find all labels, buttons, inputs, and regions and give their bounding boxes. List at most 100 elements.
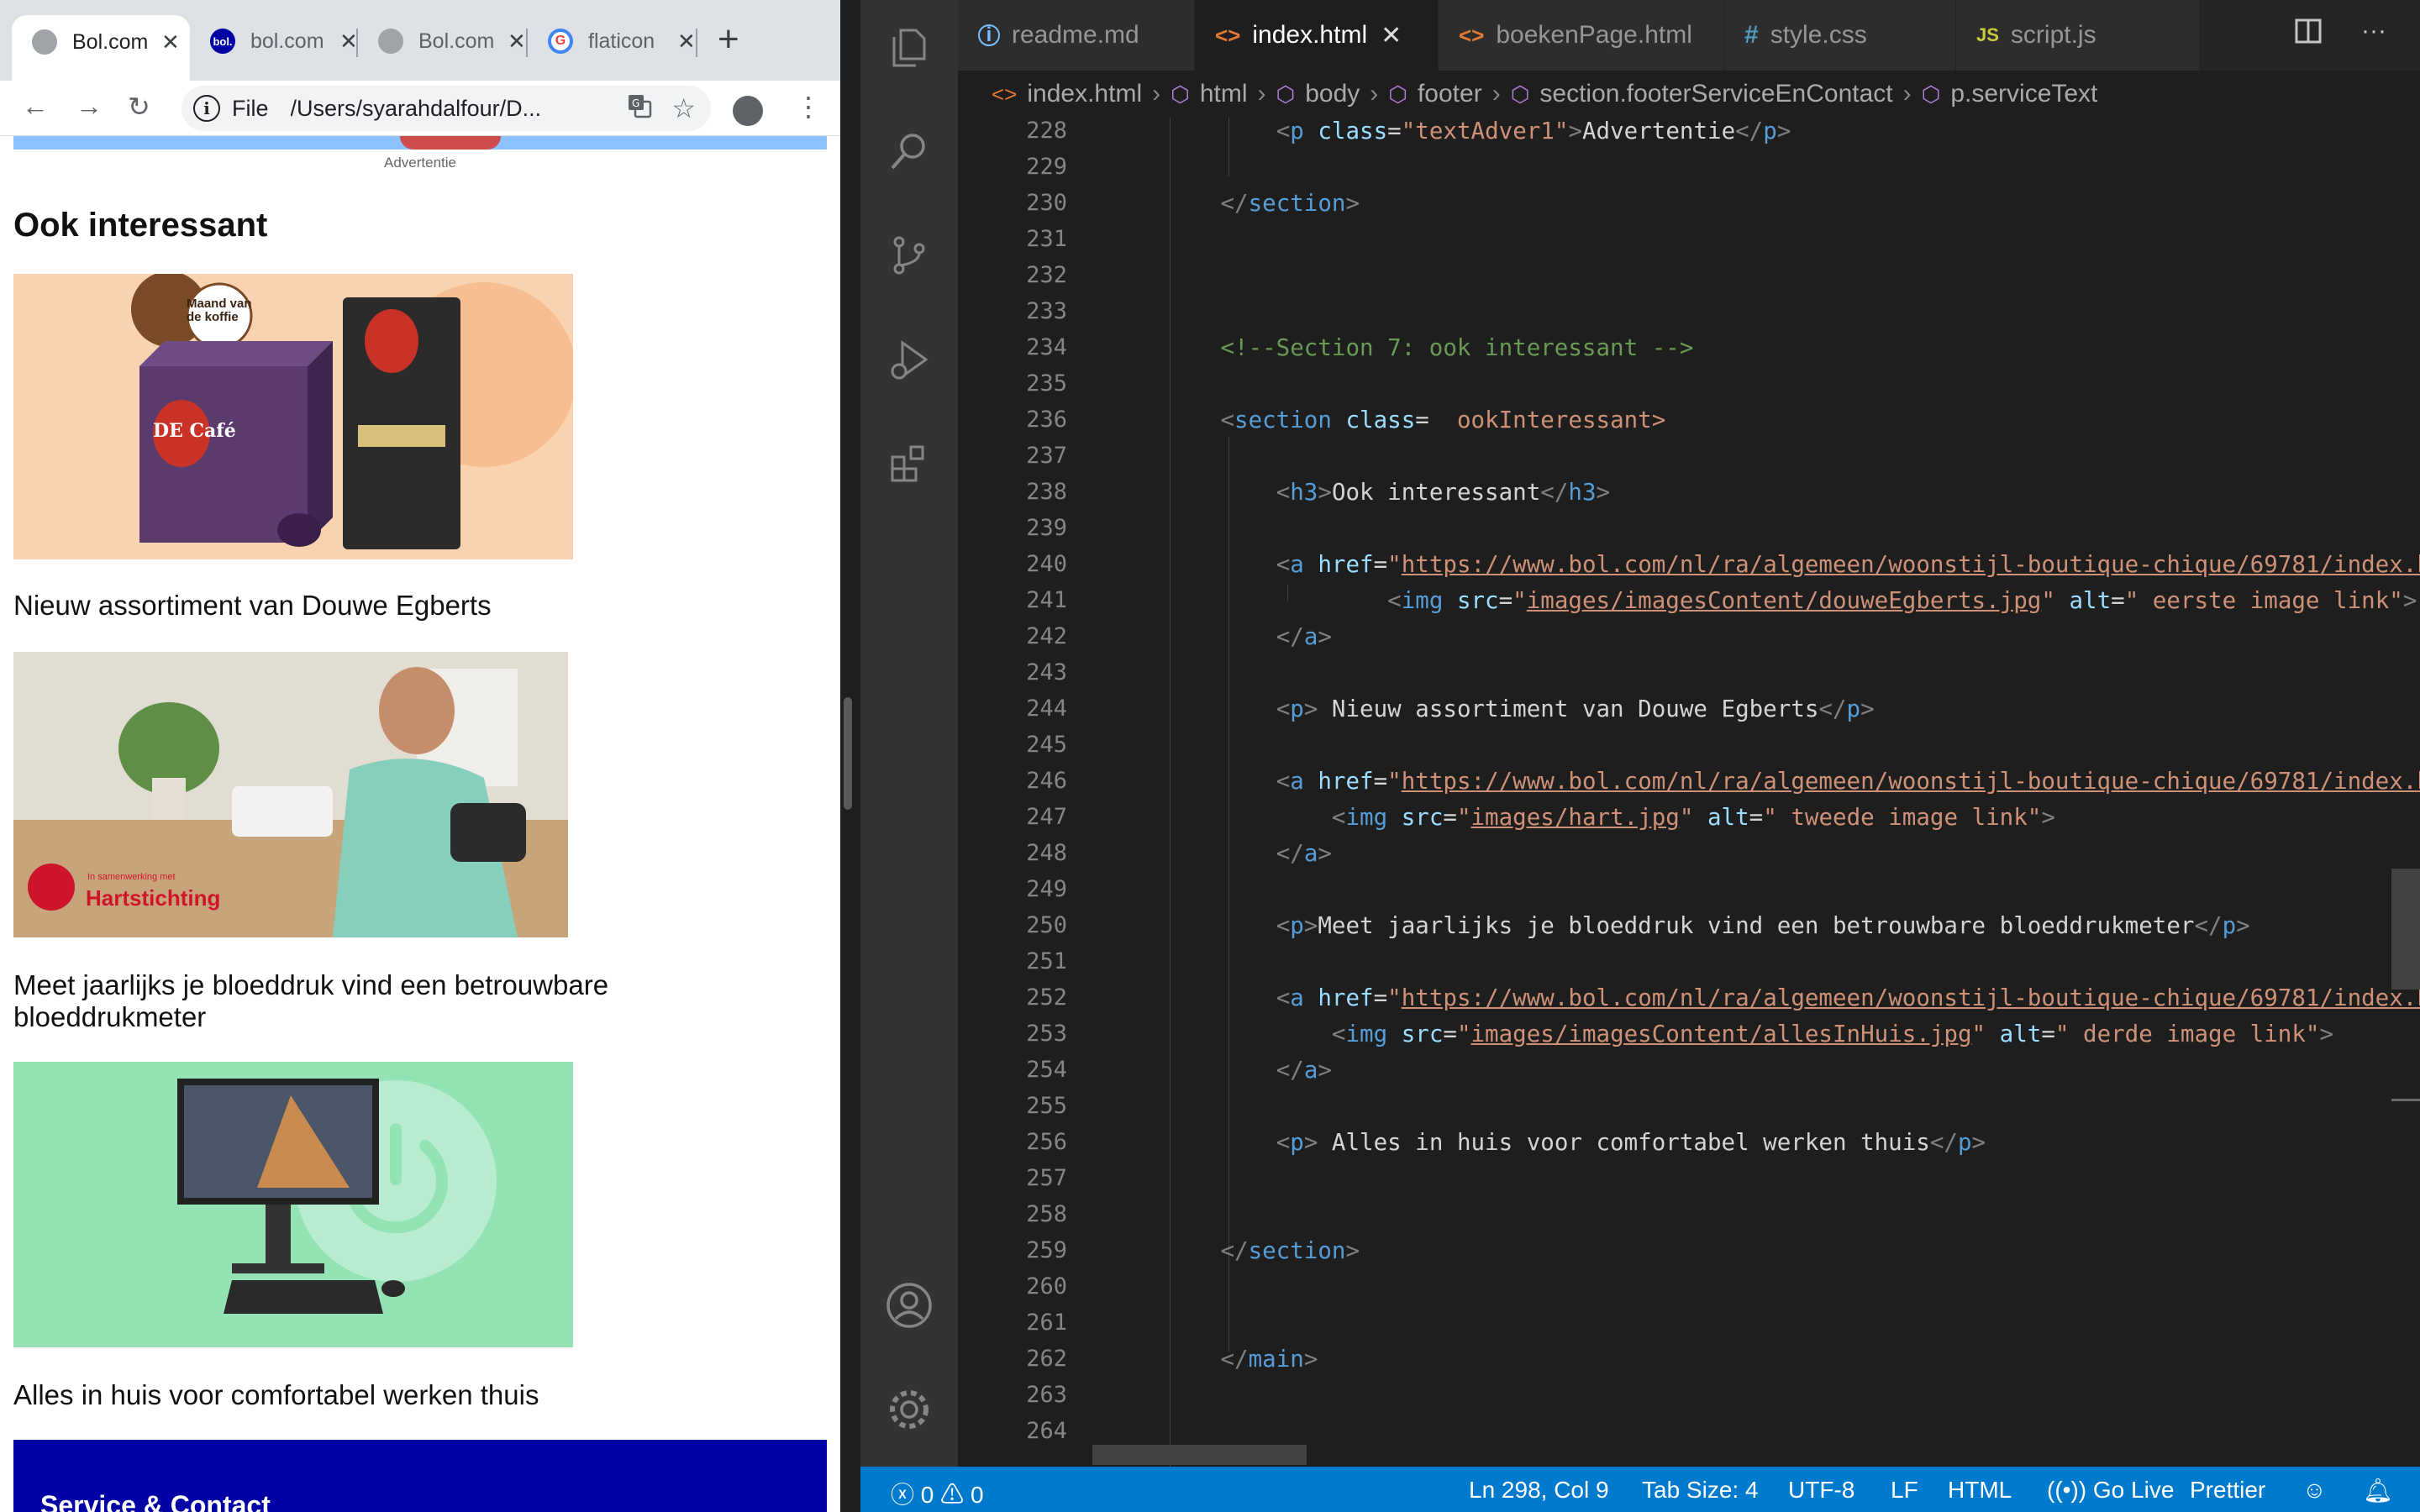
warning-icon: ⚠ xyxy=(940,1482,965,1508)
line-number: 258 xyxy=(1026,1201,1067,1227)
scheme-label: File xyxy=(232,95,269,121)
cursor-position[interactable]: Ln 298, Col 9 xyxy=(1469,1477,1609,1504)
browser-tab-label: flaticon xyxy=(588,29,655,53)
language-mode[interactable]: HTML xyxy=(1948,1477,2012,1504)
line-number: 251 xyxy=(1026,948,1067,974)
editor-tab-boekenpage[interactable]: <> boekenPage.html xyxy=(1439,0,1724,71)
settings-gear-icon[interactable] xyxy=(882,1383,936,1436)
line-number: 233 xyxy=(1026,298,1067,324)
explorer-icon[interactable] xyxy=(882,20,936,74)
extensions-icon[interactable] xyxy=(882,437,936,491)
browser-scrollbar[interactable] xyxy=(844,697,852,810)
line-number: 240 xyxy=(1026,551,1067,577)
tab-size[interactable]: Tab Size: 4 xyxy=(1642,1477,1759,1504)
breadcrumb-item[interactable]: ⬡ section.footerServiceEnContact xyxy=(1511,80,1893,108)
browser-tab-4[interactable]: G flaticon ✕ xyxy=(528,15,696,67)
vertical-scrollbar[interactable] xyxy=(2391,869,2420,990)
code-line-234: <!--Section 7: ook interessant --> xyxy=(1220,334,1694,361)
translate-icon[interactable]: G xyxy=(627,93,652,124)
line-number: 244 xyxy=(1026,696,1067,722)
problems-indicator[interactable]: ⓧ 0 ⚠ 0 xyxy=(891,1477,984,1510)
code-line-236: <section class= ookInteressant> xyxy=(1220,407,1666,433)
promo-image-monitor[interactable] xyxy=(13,1062,573,1347)
promo-image-douwe-egberts[interactable]: Maand van de koffie DE Café xyxy=(13,274,573,559)
search-icon[interactable] xyxy=(882,124,936,178)
editor-tab-label: readme.md xyxy=(1012,21,1139,49)
more-actions-icon[interactable]: ··· xyxy=(2361,17,2386,52)
line-number-gutter: 228 229 230 231 232 233 234 235 236 237 238 239 240 2… xyxy=(958,118,1109,1467)
line-number: 249 xyxy=(1026,876,1067,902)
profile-avatar[interactable] xyxy=(733,96,763,126)
back-arrow-icon[interactable]: ← xyxy=(22,91,49,122)
cube-icon: ⬡ xyxy=(1921,81,1941,107)
editor-tab-script[interactable]: JS script.js xyxy=(1956,0,2200,71)
more-menu-icon[interactable]: ⋮ xyxy=(795,91,822,123)
close-icon[interactable]: ✕ xyxy=(677,29,696,55)
reload-icon[interactable]: ↻ xyxy=(128,91,150,123)
editor-tab-label: script.js xyxy=(2010,21,2096,49)
cube-icon: ⬡ xyxy=(1510,81,1530,107)
line-number: 256 xyxy=(1026,1129,1067,1155)
breadcrumb-label: section.footerServiceEnContact xyxy=(1539,80,1893,108)
prettier-status[interactable]: Prettier xyxy=(2190,1477,2265,1504)
html-icon: <> xyxy=(992,81,1018,107)
breadcrumb-item[interactable]: ⬡ footer xyxy=(1388,80,1481,108)
code-line-241: <img src="images/imagesContent/douweEgbe… xyxy=(1387,587,2417,614)
js-icon: JS xyxy=(1976,24,1999,45)
close-icon[interactable]: ✕ xyxy=(1381,21,1402,50)
line-number: 228 xyxy=(1026,118,1067,144)
info-icon[interactable]: i xyxy=(193,95,220,122)
feedback-icon[interactable]: ☺ xyxy=(2302,1477,2327,1504)
browser-tab-1[interactable]: Bol.com ✕ xyxy=(12,15,190,81)
breadcrumb-item[interactable]: ⬡ body xyxy=(1276,80,1360,108)
editor-tab-label: boekenPage.html xyxy=(1496,21,1692,49)
url-text[interactable]: /Users/syarahdalfour/D... xyxy=(291,96,585,122)
go-live-button[interactable]: ((•)) Go Live xyxy=(2047,1477,2174,1504)
close-icon[interactable]: ✕ xyxy=(161,29,180,55)
code-line-228: <p class="textAdver1">Advertentie</p> xyxy=(1276,118,1791,144)
line-number: 255 xyxy=(1026,1093,1067,1119)
ad-banner[interactable] xyxy=(13,136,827,150)
bookmark-star-icon[interactable]: ☆ xyxy=(671,92,696,124)
forward-arrow-icon[interactable]: → xyxy=(76,91,103,122)
breadcrumb-item[interactable]: ⬡ html xyxy=(1171,80,1247,108)
tab-divider xyxy=(696,29,697,57)
breadcrumb-item[interactable]: <> index.html xyxy=(992,80,1142,108)
code-line-259: </section> xyxy=(1220,1237,1360,1264)
ad-label: Advertentie xyxy=(384,155,456,171)
new-tab-button[interactable]: + xyxy=(718,18,739,60)
source-control-icon[interactable] xyxy=(882,228,936,282)
close-icon[interactable]: ✕ xyxy=(508,29,526,55)
line-number: 257 xyxy=(1026,1165,1067,1191)
promo-badge-small: In samenwerking met xyxy=(87,872,176,882)
editor-tab-style[interactable]: # style.css xyxy=(1724,0,1956,71)
horizontal-scrollbar[interactable] xyxy=(1092,1445,1307,1465)
accounts-icon[interactable] xyxy=(882,1278,936,1332)
warning-count: 0 xyxy=(970,1482,984,1508)
code-line-262: </main> xyxy=(1220,1346,1318,1373)
close-icon[interactable]: ✕ xyxy=(339,29,358,55)
encoding[interactable]: UTF-8 xyxy=(1788,1477,1854,1504)
code-editor[interactable]: <p class="textAdver1">Advertentie</p> </… xyxy=(1109,118,2420,1467)
editor-tab-index[interactable]: <> index.html ✕ xyxy=(1195,0,1439,71)
line-number: 243 xyxy=(1026,659,1067,685)
notifications-bell-icon[interactable]: 🔔︎ xyxy=(2363,1477,2393,1504)
run-debug-icon[interactable] xyxy=(882,333,936,386)
promo-brand-logo: DE Café xyxy=(153,420,236,442)
chevron-right-icon: › xyxy=(1902,80,1912,108)
breadcrumb-item[interactable]: ⬡ p.serviceText xyxy=(1922,80,2098,108)
split-editor-icon[interactable] xyxy=(2294,17,2323,52)
vscode-window: i readme.md <> index.html ✕ <> boekenPag… xyxy=(860,0,2420,1512)
web-page: Advertentie Ook interessant Maand van de… xyxy=(0,136,840,1512)
editor-tab-readme[interactable]: i readme.md xyxy=(958,0,1195,71)
line-ending[interactable]: LF xyxy=(1891,1477,1918,1504)
browser-tab-3[interactable]: Bol.com ✕ xyxy=(358,15,526,67)
editor-actions: ··· xyxy=(2294,17,2386,52)
line-number: 259 xyxy=(1026,1237,1067,1263)
promo-image-hartstichting[interactable]: In samenwerking met Hartstichting xyxy=(13,652,568,937)
footer-service-contact: Service & Contact xyxy=(13,1440,827,1512)
browser-toolbar: ← → ↻ i File /Users/syarahdalfour/D... G… xyxy=(0,81,840,136)
address-bar[interactable]: i File /Users/syarahdalfour/D... G ☆ xyxy=(182,86,711,131)
browser-tab-2[interactable]: bol. bol.com ✕ xyxy=(190,15,358,67)
html-icon: <> xyxy=(1459,22,1485,48)
